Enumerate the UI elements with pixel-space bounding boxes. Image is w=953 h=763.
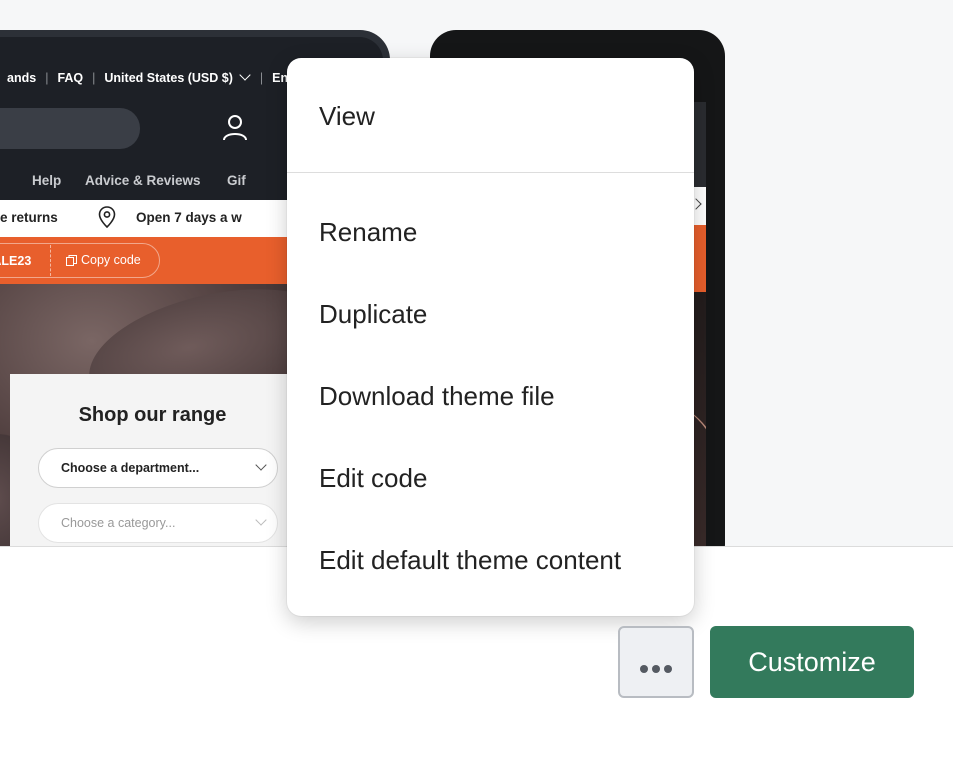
category-select: Choose a category... (38, 503, 278, 543)
promo-divider (50, 245, 51, 276)
menu-item-view[interactable]: View (287, 86, 694, 146)
menu-item-download-theme-file[interactable]: Download theme file (287, 366, 694, 426)
nav-link-help: Help (32, 173, 62, 188)
theme-actions-menu: View Rename Duplicate Download theme fil… (287, 58, 694, 616)
location-pin-icon (98, 206, 116, 228)
topbar-link-faq: FAQ (57, 71, 84, 85)
chevron-down-icon (255, 459, 267, 471)
department-select-label: Choose a department... (61, 461, 200, 475)
nav-link-advice: Advice & Reviews (85, 173, 201, 188)
menu-divider (287, 172, 694, 173)
department-select: Choose a department... (38, 448, 278, 488)
topbar-link-brands: ands (7, 71, 37, 85)
shop-range-title: Shop our range (78, 404, 227, 426)
user-icon (223, 115, 247, 141)
customize-button[interactable]: Customize (710, 626, 914, 698)
topbar-link-language: En (272, 71, 289, 85)
menu-item-rename[interactable]: Rename (287, 202, 694, 262)
info-returns: e returns (0, 210, 58, 225)
topbar-link-currency: United States (USD $) (104, 71, 233, 85)
chevron-down-icon (255, 514, 267, 526)
copy-code-label: Copy code (81, 253, 141, 267)
chevron-down-icon (239, 69, 251, 81)
category-select-label: Choose a category... (61, 516, 176, 530)
menu-item-edit-default-theme-content[interactable]: Edit default theme content (287, 530, 694, 590)
shop-range-card: Shop our range Choose a department... Ch… (10, 374, 310, 546)
more-actions-button[interactable] (618, 626, 694, 698)
menu-item-duplicate[interactable]: Duplicate (287, 284, 694, 344)
nav-link-gifts: Gif (227, 173, 246, 188)
store-topbar-links: ands | FAQ | United States (USD $) | En (7, 69, 289, 85)
copy-icon (66, 255, 77, 266)
store-search-bar (0, 108, 140, 149)
promo-code: LASHSALE23 (0, 254, 32, 268)
horizontal-dots-icon (640, 661, 676, 676)
info-open-days: Open 7 days a w (136, 210, 242, 225)
menu-item-edit-code[interactable]: Edit code (287, 448, 694, 508)
